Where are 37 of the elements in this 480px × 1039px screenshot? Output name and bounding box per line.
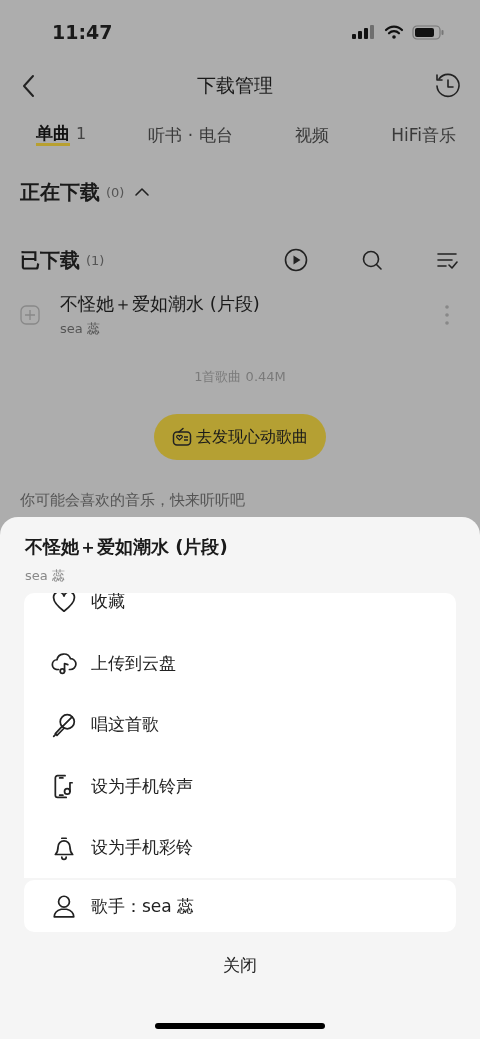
close-button[interactable]: 关闭 — [213, 950, 267, 981]
cloud-music-icon — [51, 650, 77, 677]
back-icon[interactable] — [22, 74, 36, 98]
microphone-icon — [51, 711, 77, 738]
section-title: 已下载 — [20, 246, 80, 274]
radio-icon — [172, 427, 192, 447]
song-title: 不怪她＋爱如潮水 (片段) — [60, 292, 261, 316]
history-icon[interactable] — [434, 72, 462, 100]
tab[interactable]: 视频 — [294, 123, 329, 147]
section-count: (1) — [86, 252, 105, 268]
action-item[interactable]: 收藏 — [24, 593, 456, 633]
tab[interactable]: 单曲 1 — [36, 124, 87, 146]
action-item[interactable]: 唱这首歌 — [24, 694, 456, 756]
action-item[interactable]: 设为手机彩铃 — [24, 817, 456, 878]
action-item[interactable]: 设为手机铃声 — [24, 755, 456, 817]
sheet-subtitle: sea 蕊 — [25, 567, 66, 585]
tab[interactable]: 听书 · 电台 — [148, 123, 233, 147]
play-icon[interactable] — [284, 248, 308, 272]
artist-item[interactable]: 歌手：sea 蕊 — [24, 880, 456, 932]
section-title: 正在下载 — [20, 178, 100, 206]
heart-icon — [51, 593, 77, 615]
search-icon[interactable] — [361, 249, 383, 271]
song-artist: sea 蕊 — [60, 320, 101, 338]
status-time: 11:47 — [52, 21, 113, 43]
battery-icon — [412, 24, 444, 40]
section-count: (0) — [106, 184, 125, 200]
discover-button[interactable]: 去发现心动歌曲 — [154, 414, 326, 460]
signal-icon — [352, 25, 376, 39]
sheet-title: 不怪她＋爱如潮水 (片段) — [25, 535, 229, 559]
action-item[interactable]: 上传到云盘 — [24, 632, 456, 694]
page-title: 下载管理 — [197, 73, 273, 98]
wifi-icon — [384, 25, 404, 39]
tab[interactable]: HiFi音乐 — [391, 123, 456, 147]
recommend-text: 你可能会喜欢的音乐，快来听听吧 — [20, 491, 245, 509]
bell-icon — [51, 834, 77, 861]
person-icon — [51, 893, 77, 919]
chevron-icon[interactable] — [134, 187, 151, 197]
